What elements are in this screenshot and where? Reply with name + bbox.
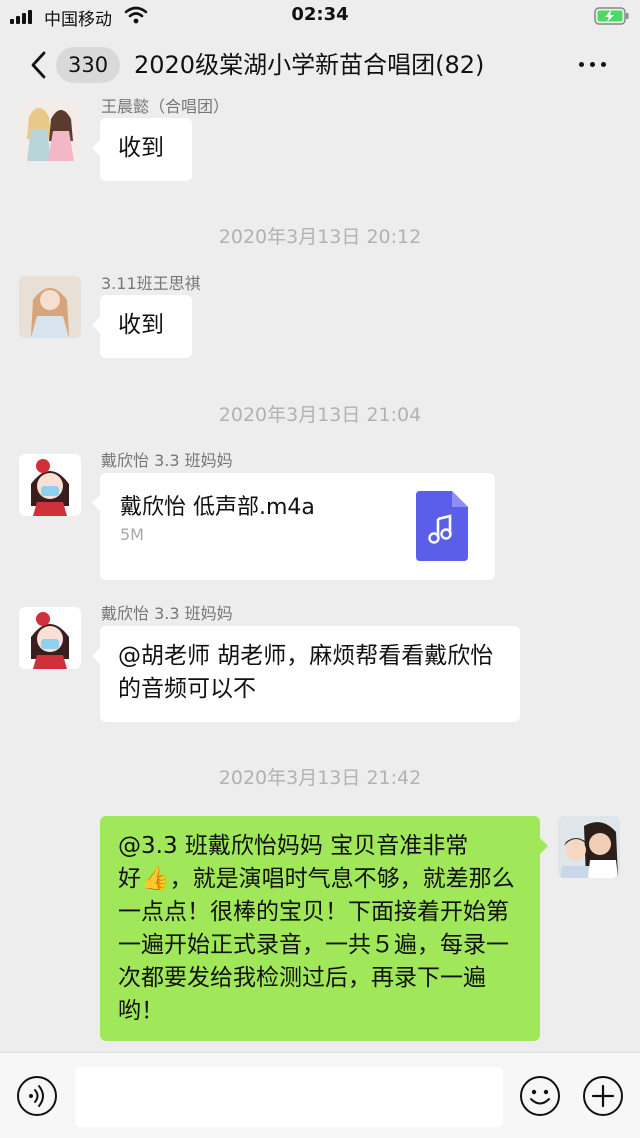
avatar[interactable] — [19, 454, 81, 516]
chat-header: 330 2020级棠湖小学新苗合唱团(82) — [0, 34, 640, 96]
message-list[interactable]: 王晨懿（合唱团） 收到 2020年3月13日 20:12 3.11班王思祺 收到… — [0, 96, 640, 1052]
battery-charging-icon — [594, 7, 629, 25]
status-clock: 02:34 — [291, 4, 349, 25]
avatar[interactable] — [19, 607, 81, 669]
avatar-image — [19, 454, 81, 516]
unread-count-badge[interactable]: 330 — [56, 47, 121, 83]
timestamp: 2020年3月13日 21:42 — [218, 767, 422, 789]
sender-name: 戴欣怡 3.3 班妈妈 — [101, 604, 233, 623]
avatar-image — [19, 607, 81, 669]
file-size: 5M — [120, 525, 144, 544]
chat-title: 2020级棠湖小学新苗合唱团(82) — [134, 51, 485, 79]
more-options-icon[interactable] — [579, 62, 606, 67]
input-toolbar — [0, 1052, 640, 1138]
my-avatar[interactable] — [558, 816, 620, 878]
message-bubble[interactable]: 收到 — [92, 295, 192, 358]
status-bar: 中国移动 02:34 — [0, 0, 640, 34]
timestamp: 2020年3月13日 20:12 — [218, 226, 422, 248]
timestamp: 2020年3月13日 21:04 — [218, 404, 422, 426]
music-file-icon — [416, 491, 468, 561]
avatar-image — [19, 99, 81, 161]
file-name: 戴欣怡 低声部.m4a — [120, 495, 315, 520]
avatar-image — [558, 816, 620, 878]
sender-name: 3.11班王思祺 — [101, 274, 201, 293]
file-attachment-card[interactable]: 戴欣怡 低声部.m4a 5M — [92, 473, 495, 580]
avatar[interactable] — [19, 99, 81, 161]
plus-icon[interactable] — [582, 1075, 624, 1117]
avatar-image — [19, 276, 81, 338]
message-bubble[interactable]: @胡老师 胡老师，麻烦帮看看戴欣怡的音频可以不 — [92, 626, 520, 722]
thumbs-up-emoji-icon: 👍 — [141, 866, 170, 892]
message-text: @3.3 班戴欣怡妈妈 宝贝音准非常 — [118, 833, 469, 859]
voice-input-icon[interactable] — [16, 1075, 58, 1117]
message-text: ，就是演唱时气息不够，就 — [169, 866, 446, 892]
message-text: 好 — [118, 866, 141, 892]
message-bubble[interactable]: 收到 — [92, 118, 192, 181]
sender-name: 戴欣怡 3.3 班妈妈 — [101, 451, 233, 470]
emoji-icon[interactable] — [519, 1075, 561, 1117]
avatar[interactable] — [19, 276, 81, 338]
my-message-bubble[interactable]: @3.3 班戴欣怡妈妈 宝贝音准非常 好👍，就是演唱时气息不够，就差那么一点点！… — [100, 816, 548, 1041]
sender-name: 王晨懿（合唱团） — [101, 97, 230, 116]
back-chevron-icon[interactable] — [26, 50, 52, 80]
message-input[interactable] — [75, 1067, 503, 1127]
